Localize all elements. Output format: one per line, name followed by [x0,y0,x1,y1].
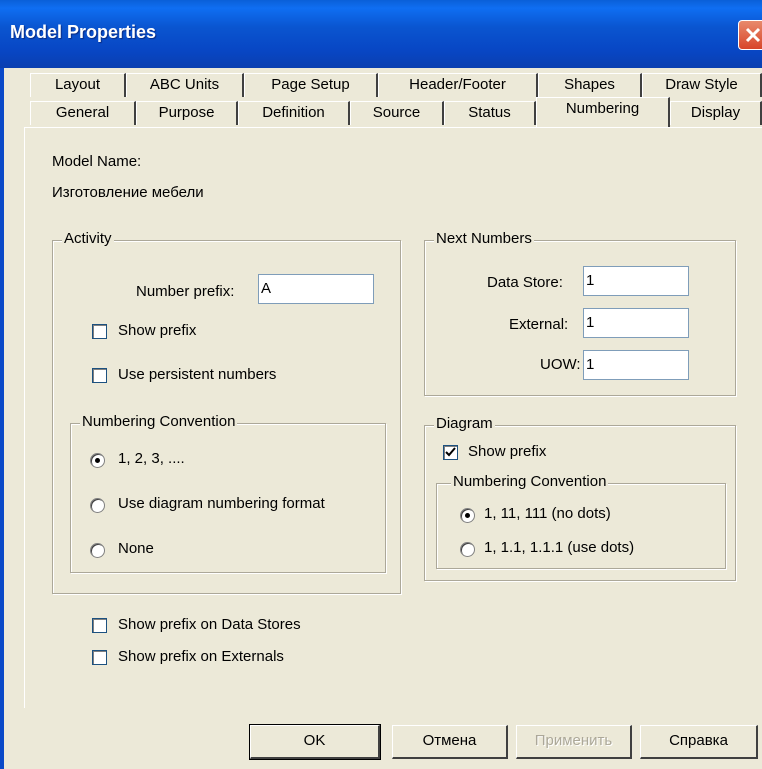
uow-input[interactable]: 1 [583,350,689,380]
activity-convention-label: Numbering Convention [80,413,238,430]
diagram-show-prefix-label: Show prefix [468,443,547,460]
tab-numbering[interactable]: Numbering [536,97,670,127]
tab-draw-style[interactable]: Draw Style [642,73,762,97]
data-store-input[interactable]: 1 [583,266,689,296]
prefix-data-stores-checkbox[interactable] [92,618,107,633]
prefix-data-stores-label: Show prefix on Data Stores [118,616,301,633]
tab-purpose[interactable]: Purpose [136,101,238,125]
persistent-numbers-label: Use persistent numbers [118,366,277,383]
apply-button[interactable]: Применить [516,725,632,759]
show-prefix-checkbox[interactable] [92,324,107,339]
prefix-externals-label: Show prefix on Externals [118,648,284,665]
tab-display[interactable]: Display [670,101,762,125]
diagram-radio-no-dots[interactable] [460,508,475,523]
window-frame [0,68,4,769]
number-prefix-input[interactable]: A [258,274,374,304]
window-title: Model Properties [10,22,157,42]
tab-general[interactable]: General [30,101,136,125]
diagram-convention-label: Numbering Convention [451,473,609,490]
activity-group-label: Activity [62,230,114,247]
help-button[interactable]: Справка [640,725,758,759]
tab-page-setup[interactable]: Page Setup [244,73,378,97]
external-input[interactable]: 1 [583,308,689,338]
close-icon [745,27,761,43]
tab-abc-units[interactable]: ABC Units [126,73,244,97]
tab-layout[interactable]: Layout [30,73,126,97]
diagram-convention-group [436,483,726,569]
diagram-option-use-dots: 1, 1.1, 1.1.1 (use dots) [484,539,635,556]
persistent-numbers-checkbox[interactable] [92,368,107,383]
convention-option-diagram-format: Use diagram numbering format [118,495,325,512]
uow-label: UOW: [540,356,581,373]
diagram-radio-use-dots[interactable] [460,542,475,557]
next-numbers-label: Next Numbers [434,230,534,247]
data-store-label: Data Store: [487,274,563,291]
close-button[interactable] [738,20,762,50]
external-label: External: [509,316,569,333]
checkmark-icon [445,447,456,457]
prefix-externals-checkbox[interactable] [92,650,107,665]
number-prefix-label: Number prefix: [136,283,235,300]
model-name-value: Изготовление мебели [52,184,204,201]
model-name-label: Model Name: [52,153,142,170]
convention-option-123: 1, 2, 3, .... [118,450,185,467]
convention-radio-none[interactable] [90,543,105,558]
tab-definition[interactable]: Definition [238,101,350,125]
diagram-option-no-dots: 1, 11, 111 (no dots) [484,505,611,522]
tab-shapes[interactable]: Shapes [538,73,642,97]
convention-radio-diagram-format[interactable] [90,498,105,513]
ok-button[interactable]: OK [249,724,381,760]
cancel-button[interactable]: Отмена [392,725,508,759]
show-prefix-label: Show prefix [118,322,197,339]
convention-radio-123[interactable] [90,453,105,468]
tab-header-footer[interactable]: Header/Footer [378,73,538,97]
diagram-show-prefix-checkbox[interactable] [443,445,458,460]
tab-source[interactable]: Source [350,101,444,125]
tab-status[interactable]: Status [444,101,536,125]
diagram-group-label: Diagram [434,415,495,432]
convention-option-none: None [118,540,154,557]
